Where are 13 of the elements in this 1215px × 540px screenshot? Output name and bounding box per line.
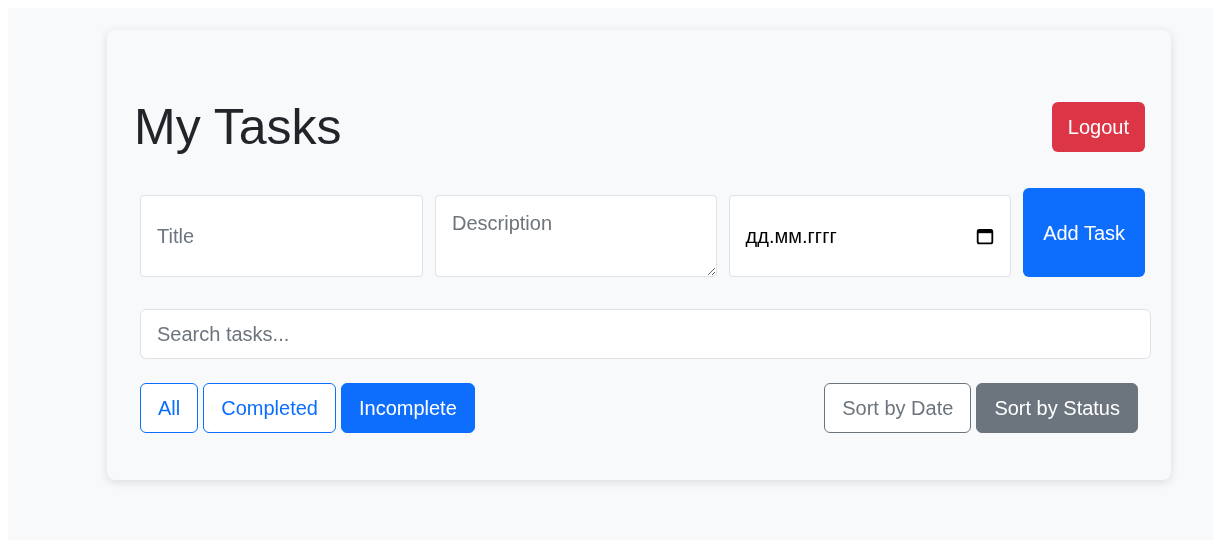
- page-title: My Tasks: [134, 102, 342, 152]
- description-field[interactable]: Description: [435, 195, 717, 277]
- title-field[interactable]: Title: [140, 195, 423, 277]
- date-field[interactable]: дд.мм.гггг: [728, 195, 1012, 277]
- calendar-icon[interactable]: [976, 227, 995, 245]
- sort-button[interactable]: Sort by Date: [824, 383, 972, 433]
- search-field[interactable]: Search tasks...: [140, 309, 1151, 359]
- sort-button[interactable]: Sort by Status: [976, 383, 1138, 433]
- filter-button[interactable]: All: [140, 383, 199, 433]
- logout-button[interactable]: Logout: [1051, 102, 1145, 152]
- filter-button[interactable]: Incomplete: [340, 383, 475, 433]
- filter-button[interactable]: Completed: [203, 383, 336, 433]
- add-task-button[interactable]: Add Task: [1023, 188, 1145, 277]
